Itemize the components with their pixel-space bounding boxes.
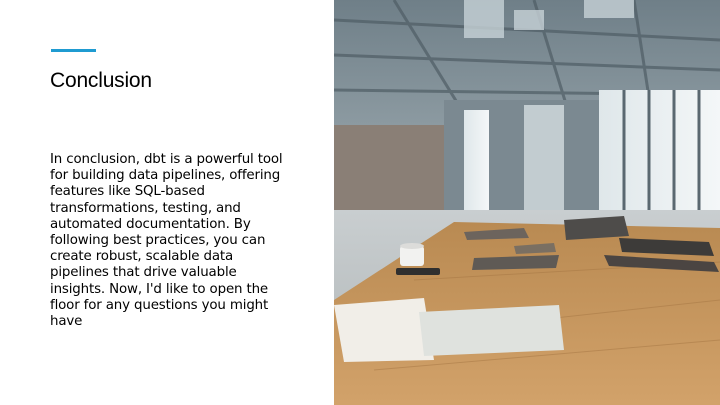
office-table-photo <box>334 0 720 405</box>
slide-body-text: In conclusion, dbt is a powerful tool fo… <box>50 152 283 330</box>
slide-title: Conclusion <box>50 69 152 92</box>
title-accent-bar <box>51 49 96 52</box>
slide: Conclusion In conclusion, dbt is a power… <box>0 0 720 405</box>
